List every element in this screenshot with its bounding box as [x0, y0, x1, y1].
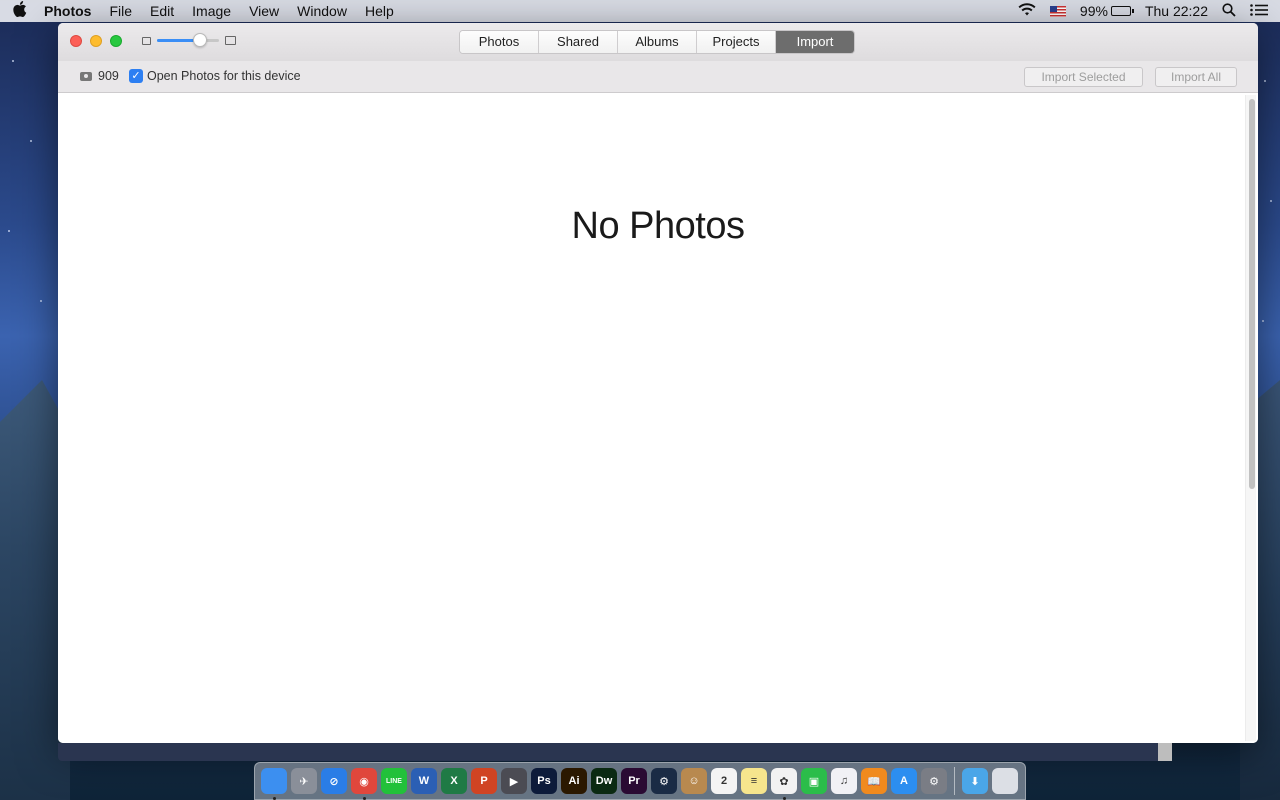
background-window[interactable] — [58, 743, 1172, 761]
tab-photos[interactable]: Photos — [460, 31, 539, 53]
star — [1264, 80, 1266, 82]
launchpad-icon[interactable]: ✈ — [291, 768, 317, 794]
menu-bar: Photos File Edit Image View Window Help … — [0, 0, 1280, 22]
close-button[interactable] — [70, 35, 82, 47]
notes-icon[interactable]: ≡ — [741, 768, 767, 794]
import-selected-button[interactable]: Import Selected — [1024, 67, 1143, 87]
star — [40, 300, 42, 302]
camera-device-icon — [80, 72, 92, 81]
word-icon[interactable]: W — [411, 768, 437, 794]
illustrator-icon[interactable]: Ai — [561, 768, 587, 794]
zoom-slider[interactable] — [157, 33, 219, 47]
menu-view[interactable]: View — [240, 3, 288, 19]
premiere-icon[interactable]: Pr — [621, 768, 647, 794]
apple-menu-icon[interactable] — [0, 1, 40, 21]
battery-percent: 99% — [1079, 3, 1108, 19]
view-tabs: Photos Shared Albums Projects Import — [459, 30, 855, 54]
app-store-icon[interactable]: A — [891, 768, 917, 794]
open-photos-checkbox[interactable]: ✓ — [129, 69, 143, 83]
downloads-folder-icon[interactable]: ⬇ — [962, 768, 988, 794]
dock-separator — [954, 767, 955, 795]
contacts-icon[interactable]: ☺ — [681, 768, 707, 794]
zoom-slider-group — [142, 33, 236, 47]
star — [12, 60, 14, 62]
zoom-slider-knob[interactable] — [193, 33, 208, 47]
title-bar: Photos Shared Albums Projects Import — [58, 23, 1258, 61]
finder-icon[interactable] — [261, 768, 287, 800]
dreamweaver-icon[interactable]: Dw — [591, 768, 617, 794]
safari-icon[interactable]: ⊘ — [321, 768, 347, 794]
trash-icon[interactable] — [992, 768, 1018, 794]
ibooks-icon[interactable]: 📖 — [861, 768, 887, 794]
menu-app-name[interactable]: Photos — [40, 3, 100, 19]
photoshop-icon[interactable]: Ps — [531, 768, 557, 794]
battery-icon — [1110, 6, 1134, 16]
import-content-area: No Photos — [58, 93, 1258, 743]
star — [30, 140, 32, 142]
device-count: 909 — [98, 69, 119, 83]
menu-window[interactable]: Window — [288, 3, 356, 19]
import-all-button[interactable]: Import All — [1155, 67, 1237, 87]
menu-edit[interactable]: Edit — [141, 3, 183, 19]
menu-file[interactable]: File — [100, 3, 141, 19]
empty-state-message: No Photos — [571, 205, 745, 247]
powerpoint-icon[interactable]: P — [471, 768, 497, 794]
tab-shared[interactable]: Shared — [539, 31, 618, 53]
minimize-button[interactable] — [90, 35, 102, 47]
final-cut-icon[interactable]: ▶ — [501, 768, 527, 794]
scrollbar-thumb[interactable] — [1249, 99, 1255, 489]
photos-window: Photos Shared Albums Projects Import 909… — [58, 23, 1258, 743]
zoom-in-icon[interactable] — [225, 36, 236, 45]
spotlight-search-icon[interactable] — [1222, 2, 1236, 20]
zoom-out-icon[interactable] — [142, 36, 151, 45]
tab-import[interactable]: Import — [776, 31, 854, 53]
menu-image[interactable]: Image — [183, 3, 240, 19]
photos-icon[interactable]: ✿ — [771, 768, 797, 800]
vertical-scrollbar[interactable] — [1245, 95, 1256, 741]
system-preferences-icon[interactable]: ⚙ — [921, 768, 947, 794]
input-source-flag-icon[interactable] — [1049, 5, 1066, 17]
tab-projects[interactable]: Projects — [697, 31, 776, 53]
facetime-icon[interactable]: ▣ — [801, 768, 827, 794]
star — [8, 230, 10, 232]
wifi-icon[interactable] — [1018, 3, 1036, 19]
fullscreen-button[interactable] — [110, 35, 122, 47]
line-icon[interactable]: LINE — [381, 768, 407, 794]
import-toolbar: 909 ✓ Open Photos for this device Import… — [58, 61, 1258, 93]
battery-status[interactable]: 99% — [1079, 3, 1134, 19]
star — [1262, 320, 1264, 322]
chrome-icon[interactable]: ◉ — [351, 768, 377, 800]
open-photos-label[interactable]: Open Photos for this device — [147, 69, 301, 83]
excel-icon[interactable]: X — [441, 768, 467, 794]
tab-albums[interactable]: Albums — [618, 31, 697, 53]
star — [1270, 200, 1272, 202]
calendar-icon[interactable]: 2 — [711, 768, 737, 794]
itunes-icon[interactable]: ♫ — [831, 768, 857, 794]
window-controls — [70, 35, 122, 47]
clock[interactable]: Thu 22:22 — [1145, 3, 1208, 19]
steam-icon[interactable]: ⚙ — [651, 768, 677, 794]
notification-center-icon[interactable] — [1250, 3, 1268, 19]
menu-help[interactable]: Help — [356, 3, 403, 19]
dock: ✈ ⊘ ◉ LINE W X P ▶ Ps Ai Dw Pr ⚙ ☺ 2 ≡ ✿ ▣ ♫ 📖 A ⚙ ⬇ — [254, 762, 1026, 800]
